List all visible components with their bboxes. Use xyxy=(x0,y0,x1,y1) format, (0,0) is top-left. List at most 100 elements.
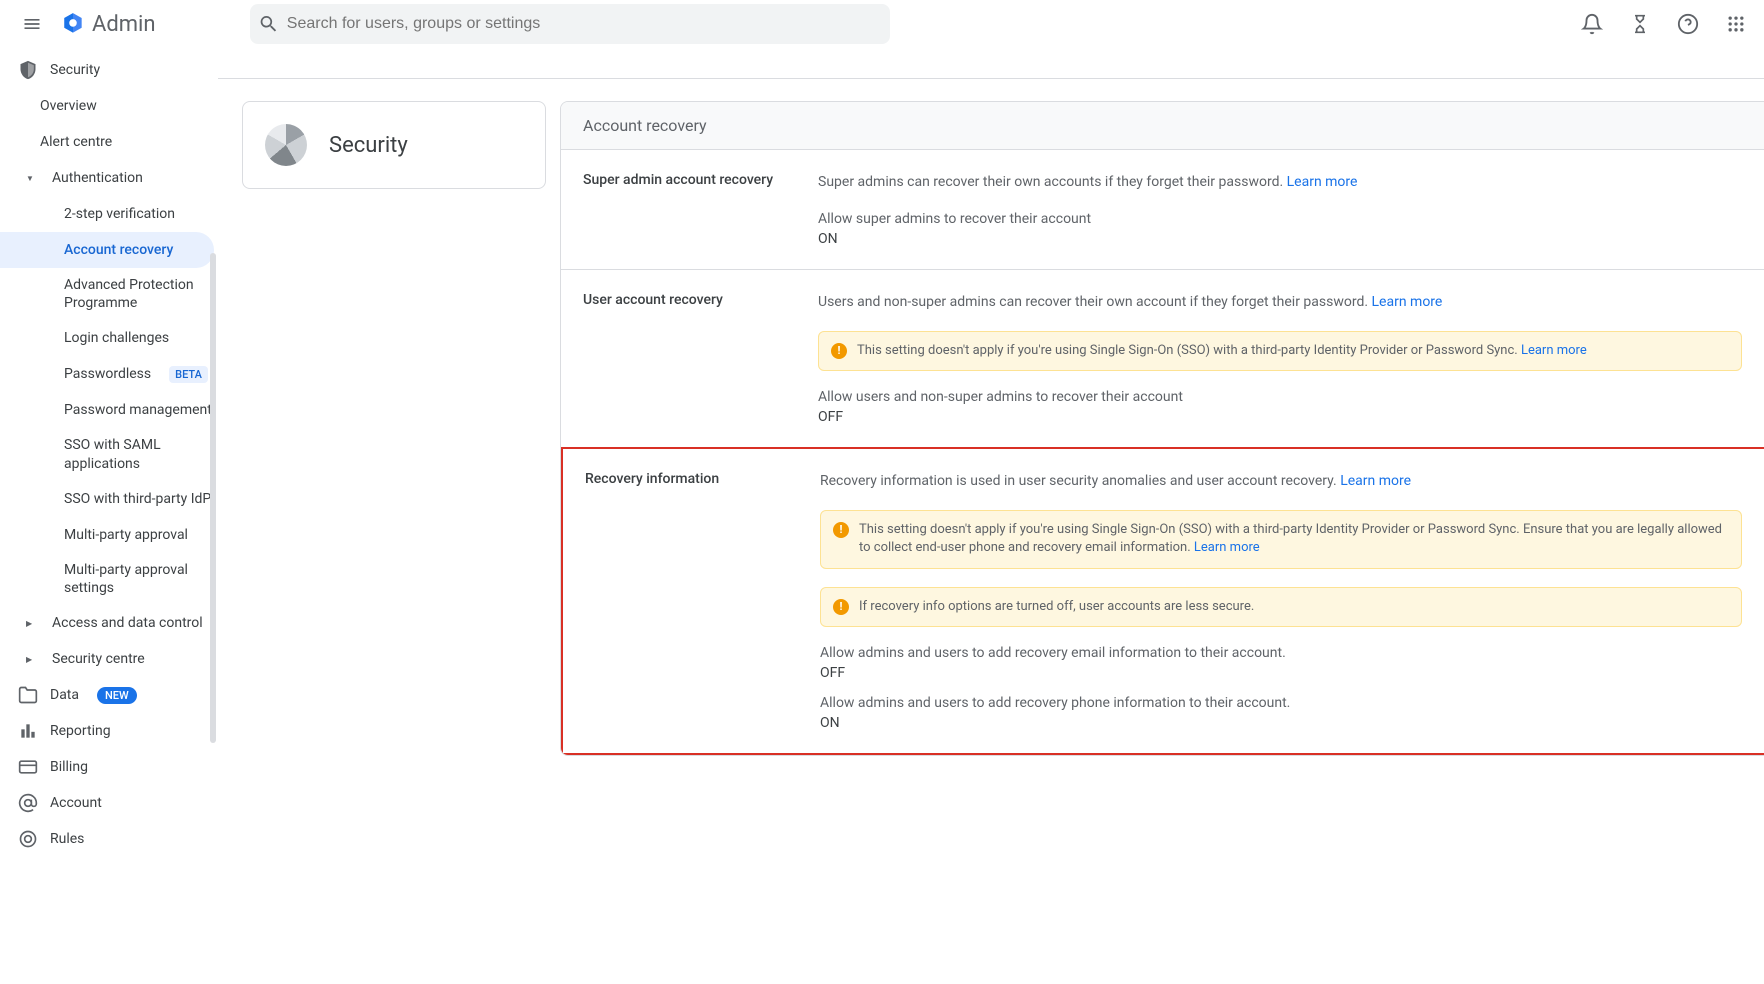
setting-label: User account recovery xyxy=(583,292,818,425)
sidebar-label: Rules xyxy=(50,831,84,847)
setting-value: OFF xyxy=(818,409,1742,425)
sidebar-label: Passwordless xyxy=(64,366,151,382)
warning-icon: ! xyxy=(833,522,849,538)
sidebar-label: Data xyxy=(50,687,79,703)
sidebar-label: Alert centre xyxy=(40,134,112,150)
chevron-down-icon xyxy=(26,173,36,184)
folder-icon xyxy=(18,685,38,705)
sidebar-item-login-challenges[interactable]: Login challenges xyxy=(0,320,218,356)
hamburger-icon xyxy=(22,14,42,34)
sidebar-label: Account recovery xyxy=(64,242,173,258)
sidebar-item-sso-saml[interactable]: SSO with SAML applications xyxy=(0,428,218,480)
app-header: Admin xyxy=(0,0,1764,48)
search-bar[interactable] xyxy=(250,4,890,44)
sidebar-item-data[interactable]: Data NEW xyxy=(0,677,218,713)
hourglass-icon xyxy=(1630,14,1650,34)
bar-chart-icon xyxy=(18,721,38,741)
help-icon xyxy=(1677,13,1699,35)
sidebar-item-rules[interactable]: Rules xyxy=(0,821,218,857)
target-icon xyxy=(18,829,38,849)
brand-text: Admin xyxy=(92,12,156,37)
notifications-button[interactable] xyxy=(1580,12,1604,36)
sidebar-label: Overview xyxy=(40,98,97,114)
sidebar-item-authentication[interactable]: Authentication xyxy=(0,160,218,196)
sidebar-item-account[interactable]: Account xyxy=(0,785,218,821)
sidebar-label: Password management xyxy=(64,402,212,418)
search-icon xyxy=(258,13,279,35)
sidebar-security-header[interactable]: Security xyxy=(0,52,218,88)
sidebar-label: SSO with third-party IdP xyxy=(64,491,211,507)
setting-recovery-information[interactable]: Recovery information Recovery informatio… xyxy=(561,447,1764,755)
admin-logo-icon xyxy=(60,11,86,37)
setting-sublabel: Allow admins and users to add recovery p… xyxy=(820,695,1742,711)
credit-card-icon xyxy=(18,757,38,777)
sidebar-label: Multi-party approval settings xyxy=(64,561,218,597)
learn-more-link[interactable]: Learn more xyxy=(1521,343,1587,358)
sidebar-label: Security xyxy=(50,62,100,78)
setting-user-account-recovery[interactable]: User account recovery Users and non-supe… xyxy=(561,270,1764,448)
warning-box: ! This setting doesn't apply if you're u… xyxy=(820,510,1742,568)
sidebar-item-security-centre[interactable]: Security centre xyxy=(0,641,218,677)
chevron-right-icon xyxy=(26,654,36,665)
beta-badge: BETA xyxy=(169,366,208,383)
search-input[interactable] xyxy=(279,15,882,33)
sidebar-item-multi-party-settings[interactable]: Multi-party approval settings xyxy=(0,553,218,605)
shield-icon xyxy=(18,60,38,80)
learn-more-link[interactable]: Learn more xyxy=(1340,473,1411,489)
setting-description: Users and non-super admins can recover t… xyxy=(818,292,1742,313)
sidebar-item-passwordless[interactable]: Passwordless BETA xyxy=(0,356,218,392)
sidebar-label: SSO with SAML applications xyxy=(64,436,218,472)
main-menu-button[interactable] xyxy=(8,0,56,48)
card-header: Account recovery xyxy=(561,102,1764,150)
sidebar-label: Advanced Protection Programme xyxy=(64,276,218,312)
at-sign-icon xyxy=(18,793,38,813)
tasks-button[interactable] xyxy=(1628,12,1652,36)
setting-label: Recovery information xyxy=(585,471,820,731)
sidebar-item-2step[interactable]: 2-step verification xyxy=(0,196,218,232)
security-pie-icon xyxy=(265,124,307,166)
sidebar-label: Login challenges xyxy=(64,330,169,346)
sidebar-scrollbar[interactable] xyxy=(210,253,216,743)
setting-body: Users and non-super admins can recover t… xyxy=(818,292,1742,425)
setting-label: Super admin account recovery xyxy=(583,172,818,247)
page-title-card: Security xyxy=(242,101,546,189)
help-button[interactable] xyxy=(1676,12,1700,36)
apps-grid-icon xyxy=(1726,14,1746,34)
setting-sublabel: Allow admins and users to add recovery e… xyxy=(820,645,1742,661)
setting-body: Recovery information is used in user sec… xyxy=(820,471,1742,731)
setting-value: ON xyxy=(820,715,1742,731)
setting-super-admin-recovery[interactable]: Super admin account recovery Super admin… xyxy=(561,150,1764,270)
sidebar-label: Authentication xyxy=(52,170,143,186)
brand-logo[interactable]: Admin xyxy=(56,11,160,37)
sidebar-item-alert-centre[interactable]: Alert centre xyxy=(0,124,218,160)
sidebar-item-multi-party[interactable]: Multi-party approval xyxy=(0,517,218,553)
learn-more-link[interactable]: Learn more xyxy=(1372,294,1443,310)
warning-icon: ! xyxy=(831,343,847,359)
warning-text: This setting doesn't apply if you're usi… xyxy=(857,342,1587,360)
warning-text: If recovery info options are turned off,… xyxy=(859,598,1254,616)
sidebar-item-access-data[interactable]: Access and data control xyxy=(0,605,218,641)
sidebar-label: Access and data control xyxy=(52,615,203,631)
sidebar-item-advanced-protection[interactable]: Advanced Protection Programme xyxy=(0,268,218,320)
setting-value: OFF xyxy=(820,665,1742,681)
sidebar-item-account-recovery[interactable]: Account recovery xyxy=(0,232,214,268)
sidebar-label: Multi-party approval xyxy=(64,527,188,543)
sidebar-item-billing[interactable]: Billing xyxy=(0,749,218,785)
setting-description: Super admins can recover their own accou… xyxy=(818,172,1742,193)
sidebar-item-overview[interactable]: Overview xyxy=(0,88,218,124)
warning-text: This setting doesn't apply if you're usi… xyxy=(859,521,1729,557)
sidebar-label: Security centre xyxy=(52,651,145,667)
sidebar-label: 2-step verification xyxy=(64,206,175,222)
learn-more-link[interactable]: Learn more xyxy=(1287,174,1358,190)
page-title: Security xyxy=(329,133,408,158)
setting-sublabel: Allow super admins to recover their acco… xyxy=(818,211,1742,227)
apps-button[interactable] xyxy=(1724,12,1748,36)
chevron-right-icon xyxy=(26,618,36,629)
sidebar-item-password-mgmt[interactable]: Password management xyxy=(0,392,218,428)
sidebar-item-reporting[interactable]: Reporting xyxy=(0,713,218,749)
new-badge: NEW xyxy=(97,687,137,704)
warning-box: ! If recovery info options are turned of… xyxy=(820,587,1742,627)
main-content: Security Account recovery Super admin ac… xyxy=(218,48,1764,984)
learn-more-link[interactable]: Learn more xyxy=(1194,540,1260,555)
sidebar-item-sso-third-party[interactable]: SSO with third-party IdP xyxy=(0,481,218,517)
